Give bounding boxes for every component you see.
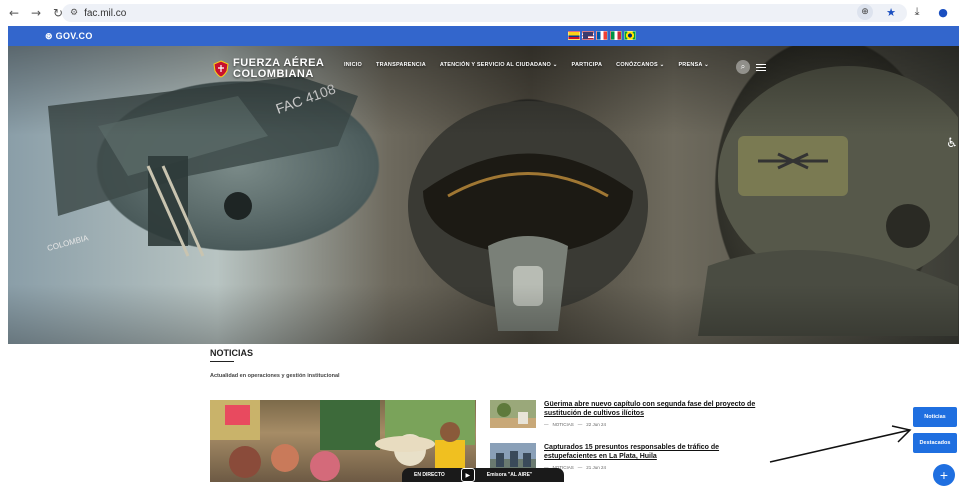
news-meta: — NOTICIAS — 21 Jun 24 [544,465,764,470]
news-category[interactable]: NOTICIAS [553,422,574,427]
pilot-helmet-image [408,101,648,331]
heli-side-text: COLOMBIA [46,233,90,253]
bookmark-star-icon[interactable]: ★ [883,4,899,20]
gov-bar: ⊛ GOV.CO [8,26,959,46]
colombia-flag[interactable] [568,31,580,40]
menu-item-transparencia[interactable]: TRANSPARENCIA [376,62,426,68]
menu-item-atencion[interactable]: ATENCIÓN Y SERVICIO AL CIUDADANO ⌄ [440,62,558,68]
heli-tail-number: FAC 4108 [274,80,338,116]
menu-item-participa[interactable]: PARTICIPA [572,62,603,68]
hamburger-menu-icon[interactable] [756,64,766,71]
add-button[interactable]: + [933,464,955,486]
radio-station-name: Emisora "AL AIRE" [486,472,533,478]
shield-icon [213,60,229,78]
zoom-icon[interactable]: ⊕ [857,4,873,20]
helicopter-image: FAC 4108 COLOMBIA [46,76,358,257]
noticias-button[interactable]: Noticias [913,407,957,427]
back-icon[interactable]: ← [6,5,22,21]
meta-dash: — [577,422,583,427]
download-icon[interactable]: ⤓ [909,4,925,20]
news-title[interactable]: Güerima abre nuevo capítulo con segunda … [544,400,764,418]
live-label: EN DIRECTO [414,472,445,478]
url-text: fac.mil.co [84,7,127,19]
usa-flag[interactable] [582,31,594,40]
search-icon[interactable]: ⌕ [736,60,750,74]
news-title[interactable]: Capturados 15 presuntos responsables de … [544,443,764,461]
meta-dash: — [544,422,549,427]
pilot-side-image [698,66,958,336]
meta-dash: — [577,465,583,470]
menu-item-inicio[interactable]: INICIO [344,62,362,68]
brand-name: FUERZA AÉREA COLOMBIANA [233,58,324,80]
news-body: Güerima abre nuevo capítulo con segunda … [544,400,764,428]
news-meta: — NOTICIAS — 22 Jun 24 [544,422,764,427]
annotation-arrow-icon [769,425,912,463]
language-flags [568,31,636,40]
brand-logo[interactable]: FUERZA AÉREA COLOMBIANA [213,58,324,80]
news-section-subtitle: Actualidad en operaciones y gestión inst… [210,373,340,379]
gov-logo[interactable]: ⊛ GOV.CO [45,31,93,42]
main-menu: INICIO TRANSPARENCIA ATENCIÓN Y SERVICIO… [344,62,709,68]
title-underline [210,361,234,362]
live-radio-bar: EN DIRECTO ▶ Emisora "AL AIRE" [402,468,564,482]
play-icon: ▶ [465,471,471,479]
forward-icon[interactable]: → [28,5,44,21]
accessibility-icon[interactable]: ♿ [945,134,959,152]
brand-line2: COLOMBIANA [233,68,314,80]
site-info-icon[interactable]: ⚙ [70,8,78,18]
profile-icon[interactable]: ● [935,4,951,20]
news-item[interactable]: Capturados 15 presuntos responsables de … [490,443,764,471]
brazil-flag[interactable] [624,31,636,40]
france-flag[interactable] [596,31,608,40]
address-bar[interactable]: ⚙ fac.mil.co [62,4,907,22]
news-item[interactable]: Güerima abre nuevo capítulo con segunda … [490,400,764,428]
italy-flag[interactable] [610,31,622,40]
browser-toolbar: ← → ↻ ⚙ fac.mil.co ⊕ ★ ⤓ ● [0,0,959,26]
destacados-button[interactable]: Destacados [913,433,957,453]
news-date: 21 Jun 24 [586,465,607,470]
news-thumbnail [490,400,536,428]
news-body: Capturados 15 presuntos responsables de … [544,443,764,471]
news-date: 22 Jun 24 [586,422,607,427]
menu-item-prensa[interactable]: PRENSA ⌄ [678,62,708,68]
news-section-title: NOTICIAS [210,348,254,358]
hero-banner: FAC 4108 COLOMBIA FUERZA AÉREA COLOMBIAN… [8,46,959,344]
play-button[interactable]: ▶ [460,468,475,482]
news-thumbnail [490,443,536,471]
browser-actions: ⊕ ★ ⤓ ● [857,4,951,20]
menu-item-conozcanos[interactable]: CONÓZCANOS ⌄ [616,62,664,68]
